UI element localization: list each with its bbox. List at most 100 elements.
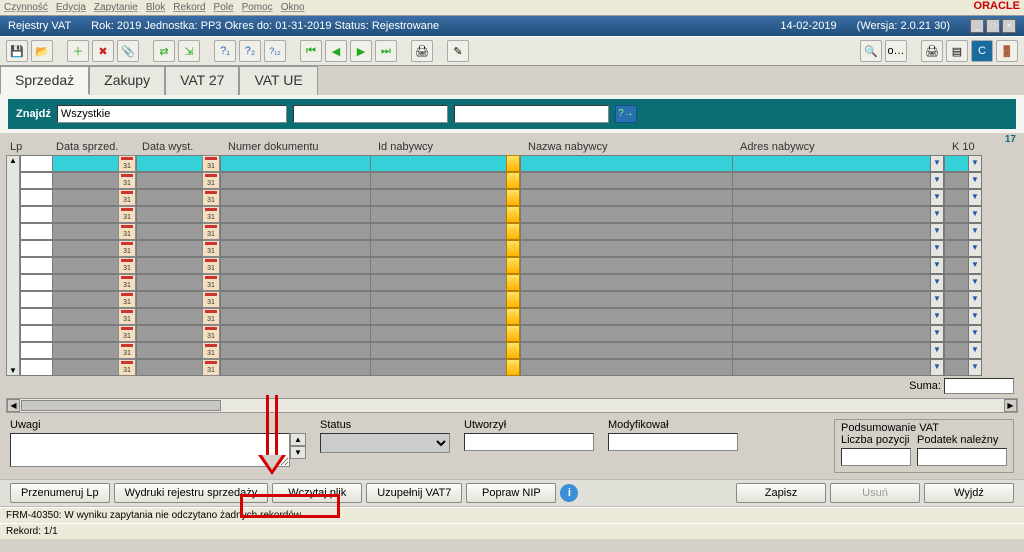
calendar-icon[interactable]	[202, 342, 220, 359]
dropdown-icon[interactable]: ▼	[968, 240, 982, 257]
grid-hscroll[interactable]: ◀ ▶	[6, 398, 1018, 413]
dropdown-icon[interactable]: ▼	[930, 342, 944, 359]
dropdown-icon[interactable]: ▼	[968, 155, 982, 172]
search-input-1[interactable]	[57, 105, 287, 123]
grid-vscroll-top[interactable]: ▲ ▼	[6, 155, 20, 376]
calendar-icon[interactable]	[202, 223, 220, 240]
open-icon[interactable]: 📂	[31, 40, 53, 62]
dropdown-icon[interactable]: ▼	[930, 172, 944, 189]
bolt-icon[interactable]: ⚡	[506, 257, 520, 274]
dropdown-icon[interactable]: ▼	[968, 308, 982, 325]
tab-zakupy[interactable]: Zakupy	[89, 66, 165, 95]
print-icon[interactable]: 🖨	[411, 40, 433, 62]
calendar-icon[interactable]	[202, 359, 220, 376]
calendar-icon[interactable]	[202, 172, 220, 189]
table-row[interactable]: ⚡▼▼	[20, 189, 982, 206]
exit-tool-icon[interactable]: 🚪	[996, 40, 1018, 62]
bolt-icon[interactable]: ⚡	[506, 240, 520, 257]
minimize-icon[interactable]: _	[970, 19, 984, 33]
info-icon[interactable]: i	[560, 484, 578, 502]
menu-item[interactable]: Rekord	[173, 2, 205, 13]
layout-icon[interactable]: ▤	[946, 40, 968, 62]
dropdown-icon[interactable]: ▼	[968, 359, 982, 376]
calendar-icon[interactable]	[202, 206, 220, 223]
dropdown-icon[interactable]: ▼	[930, 223, 944, 240]
search-input-3[interactable]	[454, 105, 609, 123]
status-select[interactable]	[320, 433, 450, 453]
dropdown-icon[interactable]: ▼	[930, 325, 944, 342]
dropdown-icon[interactable]: ▼	[968, 223, 982, 240]
popraw-button[interactable]: Popraw NIP	[466, 483, 556, 503]
menu-item[interactable]: Edycja	[56, 2, 86, 13]
help2-icon[interactable]: ?₂	[239, 40, 261, 62]
first-icon[interactable]: ⏮	[300, 40, 322, 62]
tab-vatue[interactable]: VAT UE	[239, 66, 317, 95]
table-row[interactable]: ⚡ ▼ ▼	[20, 206, 982, 223]
dropdown-icon[interactable]: ▼	[968, 257, 982, 274]
usun-button[interactable]: Usuń	[830, 483, 920, 503]
table-row[interactable]: ⚡▼▼	[20, 274, 982, 291]
bolt-icon[interactable]: ⚡	[506, 308, 520, 325]
search-tool-icon[interactable]: 🔍	[860, 40, 882, 62]
dropdown-icon[interactable]: ▼	[930, 257, 944, 274]
bolt-icon[interactable]: ⚡	[506, 155, 520, 172]
attach-icon[interactable]: 📎	[117, 40, 139, 62]
menu-item[interactable]: Czynność	[4, 2, 48, 13]
menu-item[interactable]: Okno	[281, 2, 305, 13]
spin-up-icon[interactable]: ▲	[290, 433, 306, 446]
table-row[interactable]: ⚡▼▼	[20, 291, 982, 308]
uwagi-input[interactable]	[10, 433, 290, 467]
prev-icon[interactable]: ◀	[325, 40, 347, 62]
delete-icon[interactable]: ✖	[92, 40, 114, 62]
bolt-icon[interactable]: ⚡	[506, 291, 520, 308]
refresh-icon[interactable]: ⇄	[153, 40, 175, 62]
dropdown-icon[interactable]: ▼	[930, 206, 944, 223]
add-icon[interactable]: ＋	[67, 40, 89, 62]
calendar-icon[interactable]	[202, 189, 220, 206]
bolt-icon[interactable]: ⚡	[506, 206, 520, 223]
calendar-icon[interactable]	[202, 274, 220, 291]
zapisz-button[interactable]: Zapisz	[736, 483, 826, 503]
dropdown-icon[interactable]: ▼	[968, 189, 982, 206]
c-icon[interactable]: C	[971, 40, 993, 62]
dropdown-icon[interactable]: ▼	[968, 206, 982, 223]
help12-icon[interactable]: ?₁₂	[264, 40, 286, 62]
calendar-icon[interactable]	[202, 291, 220, 308]
calendar-icon[interactable]	[118, 308, 136, 325]
calendar-icon[interactable]	[118, 325, 136, 342]
modyfikowal-input[interactable]	[608, 433, 738, 451]
settings-icon[interactable]: o…	[885, 40, 907, 62]
dropdown-icon[interactable]: ▼	[930, 291, 944, 308]
scroll-left-icon[interactable]: ◀	[7, 399, 20, 412]
print2-icon[interactable]: 🖨	[921, 40, 943, 62]
close-icon[interactable]: ×	[1002, 19, 1016, 33]
liczba-input[interactable]	[841, 448, 911, 466]
calendar-icon[interactable]	[118, 189, 136, 206]
scroll-right-icon[interactable]: ▶	[1004, 399, 1017, 412]
dropdown-icon[interactable]: ▼	[930, 308, 944, 325]
tab-vat27[interactable]: VAT 27	[165, 66, 239, 95]
przenumeruj-button[interactable]: Przenumeruj Lp	[10, 483, 110, 503]
calendar-icon[interactable]	[118, 206, 136, 223]
bolt-icon[interactable]: ⚡	[506, 223, 520, 240]
calendar-icon[interactable]	[202, 257, 220, 274]
bolt-icon[interactable]: ⚡	[506, 325, 520, 342]
calendar-icon[interactable]	[202, 325, 220, 342]
uwagi-spinner[interactable]: ▲ ▼	[290, 433, 306, 467]
calendar-icon[interactable]	[118, 291, 136, 308]
calendar-icon[interactable]	[118, 240, 136, 257]
calendar-icon[interactable]	[118, 155, 136, 172]
edit-icon[interactable]: ✎	[447, 40, 469, 62]
search-input-2[interactable]	[293, 105, 448, 123]
menu-item[interactable]: Pole	[214, 2, 234, 13]
dropdown-icon[interactable]: ▼	[968, 172, 982, 189]
menu-item[interactable]: Blok	[146, 2, 165, 13]
dropdown-icon[interactable]: ▼	[968, 342, 982, 359]
calendar-icon[interactable]	[118, 359, 136, 376]
podatek-input[interactable]	[917, 448, 1007, 466]
menu-item[interactable]: Zapytanie	[94, 2, 138, 13]
next-icon[interactable]: ▶	[350, 40, 372, 62]
calendar-icon[interactable]	[118, 172, 136, 189]
table-row[interactable]: ⚡ ▼ ▼	[20, 223, 982, 240]
help1-icon[interactable]: ?₁	[214, 40, 236, 62]
